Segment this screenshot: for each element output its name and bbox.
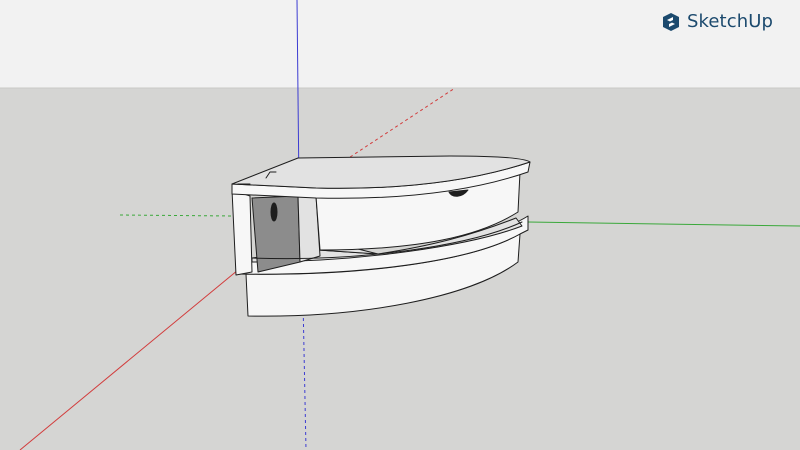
app-name: SketchUp <box>686 11 773 32</box>
left-hole <box>270 202 278 222</box>
scene-canvas[interactable] <box>0 0 800 450</box>
sketchup-watermark: SketchUp <box>661 12 773 32</box>
sketchup-logo-icon <box>662 13 679 31</box>
drawing-viewport[interactable]: SketchUp <box>0 0 800 450</box>
left-frame <box>231 189 253 276</box>
